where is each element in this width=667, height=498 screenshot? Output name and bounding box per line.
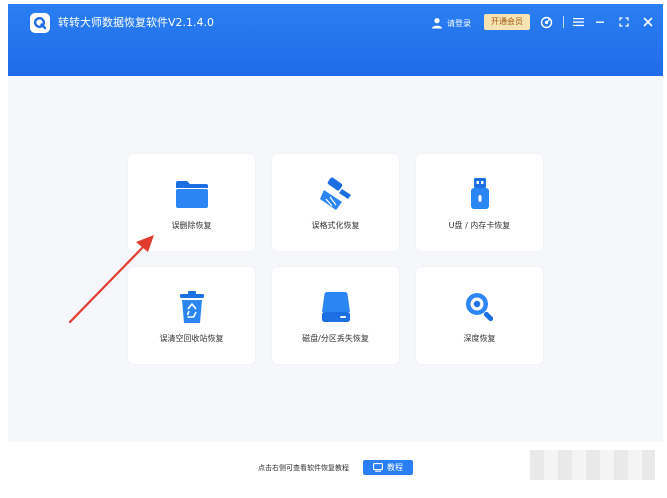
- title-bar: 转转大师数据恢复软件V2.1.4.0 请登录 开通会员: [8, 4, 663, 76]
- logo-q-icon: [30, 13, 50, 33]
- recycle-bin-icon: [128, 289, 255, 325]
- vip-button[interactable]: 开通会员: [484, 14, 530, 30]
- login-link[interactable]: 请登录: [431, 14, 471, 32]
- app-title: 转转大师数据恢复软件V2.1.4.0: [58, 16, 215, 29]
- maximize-icon[interactable]: [616, 14, 632, 30]
- app-window: 转转大师数据恢复软件V2.1.4.0 请登录 开通会员 误删除恢复 误格式化恢复…: [8, 4, 663, 494]
- usb-drive-icon: [416, 176, 543, 212]
- card-deleted-recovery[interactable]: 误删除恢复: [128, 154, 255, 251]
- recovery-options-panel: 误删除恢复 误格式化恢复 U盘 / 内存卡恢复 误清空回收站恢复 磁盘/分区丢失…: [8, 76, 663, 442]
- monitor-icon: [373, 463, 383, 472]
- close-icon[interactable]: [640, 14, 656, 30]
- card-label: U盘 / 内存卡恢复: [448, 221, 511, 230]
- magnifier-icon: [416, 289, 543, 325]
- tutorial-button[interactable]: 教程: [363, 460, 413, 475]
- card-label: 磁盘/分区丢失恢复: [302, 334, 369, 343]
- card-label: 误删除恢复: [171, 221, 212, 230]
- tutorial-hint: 点击右侧可查看软件恢复教程: [258, 464, 349, 472]
- card-label: 误格式化恢复: [311, 221, 360, 230]
- card-deep-recovery[interactable]: 深度恢复: [416, 267, 543, 364]
- menu-icon[interactable]: [570, 14, 586, 30]
- tutorial-label: 教程: [387, 463, 403, 472]
- headset-icon[interactable]: [538, 14, 554, 30]
- blurred-watermark: [530, 450, 655, 480]
- card-label: 深度恢复: [463, 334, 496, 343]
- user-icon: [432, 18, 442, 29]
- folder-icon: [128, 176, 255, 212]
- disk-icon: [272, 289, 399, 325]
- card-format-recovery[interactable]: 误格式化恢复: [272, 154, 399, 251]
- broom-icon: [272, 176, 399, 212]
- card-usb-recovery[interactable]: U盘 / 内存卡恢复: [416, 154, 543, 251]
- minimize-icon[interactable]: [592, 14, 608, 30]
- card-partition-recovery[interactable]: 磁盘/分区丢失恢复: [272, 267, 399, 364]
- card-recycle-bin-recovery[interactable]: 误清空回收站恢复: [128, 267, 255, 364]
- login-label: 请登录: [447, 18, 471, 28]
- card-label: 误清空回收站恢复: [159, 334, 224, 343]
- titlebar-divider: [563, 16, 564, 28]
